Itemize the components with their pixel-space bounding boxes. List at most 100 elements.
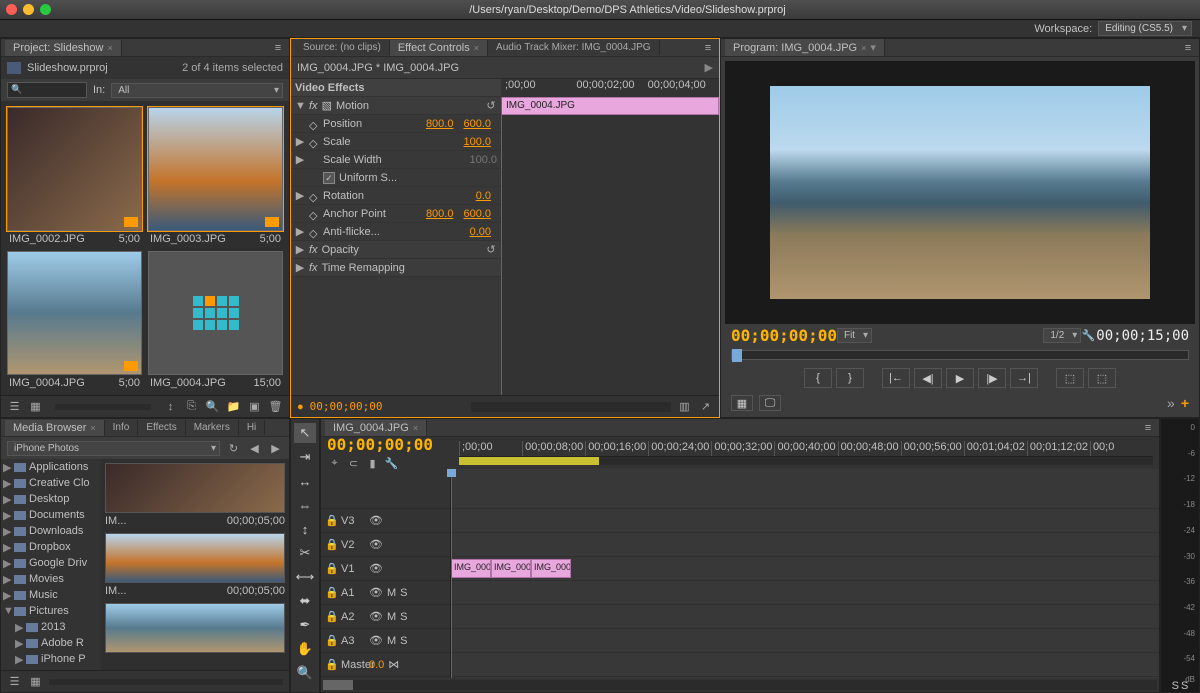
tab-effect-controls[interactable]: Effect Controls×	[390, 40, 488, 56]
zoom-tool[interactable]: 🔍	[294, 663, 316, 683]
track-head-a2[interactable]: 🔒A2👁MS	[321, 605, 450, 629]
timeline-clip[interactable]: IMG_000	[531, 559, 571, 578]
thumbnail[interactable]	[105, 533, 285, 583]
program-scrub[interactable]	[725, 347, 1195, 363]
minimize-icon[interactable]	[23, 4, 34, 15]
new-item-icon[interactable]: ▣	[247, 399, 262, 414]
close-icon[interactable]: ×	[474, 43, 479, 53]
effects-cti[interactable]: 00;00;00;00	[310, 400, 383, 413]
track-head-a3[interactable]: 🔒A3👁MS	[321, 629, 450, 653]
prop-scale[interactable]: ▶◇Scale100.0	[291, 133, 501, 151]
panel-menu-icon[interactable]	[1141, 421, 1155, 435]
track-head-a1[interactable]: 🔒A1👁MS	[321, 581, 450, 605]
time-ruler[interactable]: ;00;0000;00;08;0000;00;16;0000;00;24;000…	[459, 441, 1153, 457]
track-head-master[interactable]: 🔒Master0.0⋈	[321, 653, 450, 677]
track-head-v2[interactable]: 🔒V2👁	[321, 533, 450, 557]
tab-sequence[interactable]: IMG_0004.JPG×	[325, 420, 427, 436]
program-view[interactable]	[725, 61, 1195, 324]
sort-icon[interactable]: ↕	[163, 399, 178, 414]
reset-icon[interactable]: ↺	[485, 99, 497, 112]
go-to-in-button[interactable]: |←	[882, 368, 910, 388]
work-area-bar[interactable]	[459, 457, 1153, 465]
thumbnail[interactable]	[105, 463, 285, 513]
rate-stretch-tool[interactable]: ↕	[294, 519, 316, 539]
extract-button[interactable]: ⬚	[1088, 368, 1116, 388]
tab-history[interactable]: Hi	[239, 420, 265, 435]
filter-select[interactable]: All	[111, 83, 283, 98]
prop-anchor[interactable]: ◇Anchor Point800.0600.0	[291, 205, 501, 223]
track-select-tool[interactable]: ⇥	[294, 447, 316, 467]
zoom-icon[interactable]	[40, 4, 51, 15]
chevron-icon[interactable]: »	[1167, 395, 1175, 411]
media-list[interactable]: IM...00;00;05;00 IM...00;00;05;00	[101, 459, 289, 670]
scrub-handle[interactable]	[732, 349, 742, 362]
scrollbar[interactable]	[471, 402, 671, 412]
tab-info[interactable]: Info	[105, 420, 139, 435]
arrow-icon[interactable]: ▶	[705, 61, 713, 74]
close-icon[interactable]: ×	[108, 43, 113, 53]
timeline-playhead[interactable]	[451, 469, 452, 678]
icon-view-icon[interactable]: ▦	[28, 399, 43, 414]
zoom-select[interactable]: 1/2	[1043, 328, 1081, 343]
prop-position[interactable]: ◇Position800.0600.0	[291, 115, 501, 133]
wrench-icon[interactable]: 🔧	[1081, 328, 1096, 343]
lift-button[interactable]: ⬚	[1056, 368, 1084, 388]
output-button[interactable]: 🖵	[759, 395, 781, 411]
panel-menu-icon[interactable]	[701, 41, 715, 55]
slip-tool[interactable]: ⟷	[294, 567, 316, 587]
group-video-effects[interactable]: Video Effects↺	[291, 79, 501, 97]
track-head-v1[interactable]: 🔒V1👁	[321, 557, 450, 581]
reset-icon[interactable]: ↺	[485, 243, 497, 256]
search-input[interactable]	[7, 82, 87, 98]
tab-effects[interactable]: Effects	[138, 420, 185, 435]
forward-icon[interactable]: ▶	[268, 441, 283, 456]
track-head-v3[interactable]: 🔒V3👁	[321, 509, 450, 533]
prop-rotation[interactable]: ▶◇Rotation0.0	[291, 187, 501, 205]
thumbnail[interactable]	[7, 251, 142, 375]
timeline-cti[interactable]: 00;00;00;00	[327, 435, 451, 454]
pen-tool[interactable]: ✒	[294, 615, 316, 635]
tab-program[interactable]: Program: IMG_0004.JPG×▾	[725, 39, 885, 56]
mark-in-button[interactable]: {	[804, 368, 832, 388]
mark-out-button[interactable]: }	[836, 368, 864, 388]
panel-menu-icon[interactable]	[1181, 41, 1195, 55]
program-cti[interactable]: 00;00;00;00	[731, 326, 837, 345]
ripple-tool[interactable]: ↔	[294, 471, 316, 491]
prop-flicker[interactable]: ▶◇Anti-flicke...0.00	[291, 223, 501, 241]
effects-timeline[interactable]: ;00;0000;00;02;0000;00;04;00 IMG_0004.JP…	[501, 79, 719, 395]
timeline-scrollbar[interactable]	[323, 680, 1157, 690]
toggle-icon[interactable]: ▥	[677, 399, 692, 414]
slide-tool[interactable]: ⬌	[294, 591, 316, 611]
razor-tool[interactable]: ✂	[294, 543, 316, 563]
timeline-clip[interactable]: IMG_0004.JPG	[501, 97, 719, 115]
selection-tool[interactable]: ↖	[294, 423, 316, 443]
zoom-slider[interactable]	[55, 404, 151, 410]
timeline-tracks[interactable]: IMG_000 IMG_000 IMG_000	[451, 469, 1159, 678]
fx-opacity[interactable]: ▶fxOpacity↺	[291, 241, 501, 259]
panel-menu-icon[interactable]	[271, 41, 285, 55]
source-select[interactable]: iPhone Photos	[7, 441, 220, 456]
playhead[interactable]	[501, 97, 502, 395]
new-bin-icon[interactable]: 📁	[226, 399, 241, 414]
prop-uniform[interactable]: ✓Uniform S...	[291, 169, 501, 187]
list-view-icon[interactable]: ☰	[7, 674, 22, 689]
window-controls[interactable]	[6, 4, 51, 15]
tab-markers[interactable]: Markers	[186, 420, 239, 435]
close-icon[interactable]	[6, 4, 17, 15]
fx-time-remapping[interactable]: ▶fxTime Remapping	[291, 259, 501, 277]
find-icon[interactable]: 🔍	[205, 399, 220, 414]
timeline-clip[interactable]: IMG_000	[491, 559, 531, 578]
step-back-button[interactable]: ◀|	[914, 368, 942, 388]
list-view-icon[interactable]: ☰	[7, 399, 22, 414]
close-icon[interactable]: ×	[861, 43, 866, 53]
thumbnail[interactable]	[105, 603, 285, 653]
thumbnail[interactable]	[148, 107, 283, 231]
step-forward-button[interactable]: |▶	[978, 368, 1006, 388]
tab-media-browser[interactable]: Media Browser×	[5, 420, 105, 436]
play-button[interactable]: ▶	[946, 368, 974, 388]
checkbox-icon[interactable]: ✓	[323, 172, 335, 184]
fit-select[interactable]: Fit	[837, 328, 872, 343]
automate-icon[interactable]: ⎘	[184, 399, 199, 414]
fx-motion[interactable]: ▼fx▧Motion↺	[291, 97, 501, 115]
thumb-view-icon[interactable]: ▦	[28, 674, 43, 689]
